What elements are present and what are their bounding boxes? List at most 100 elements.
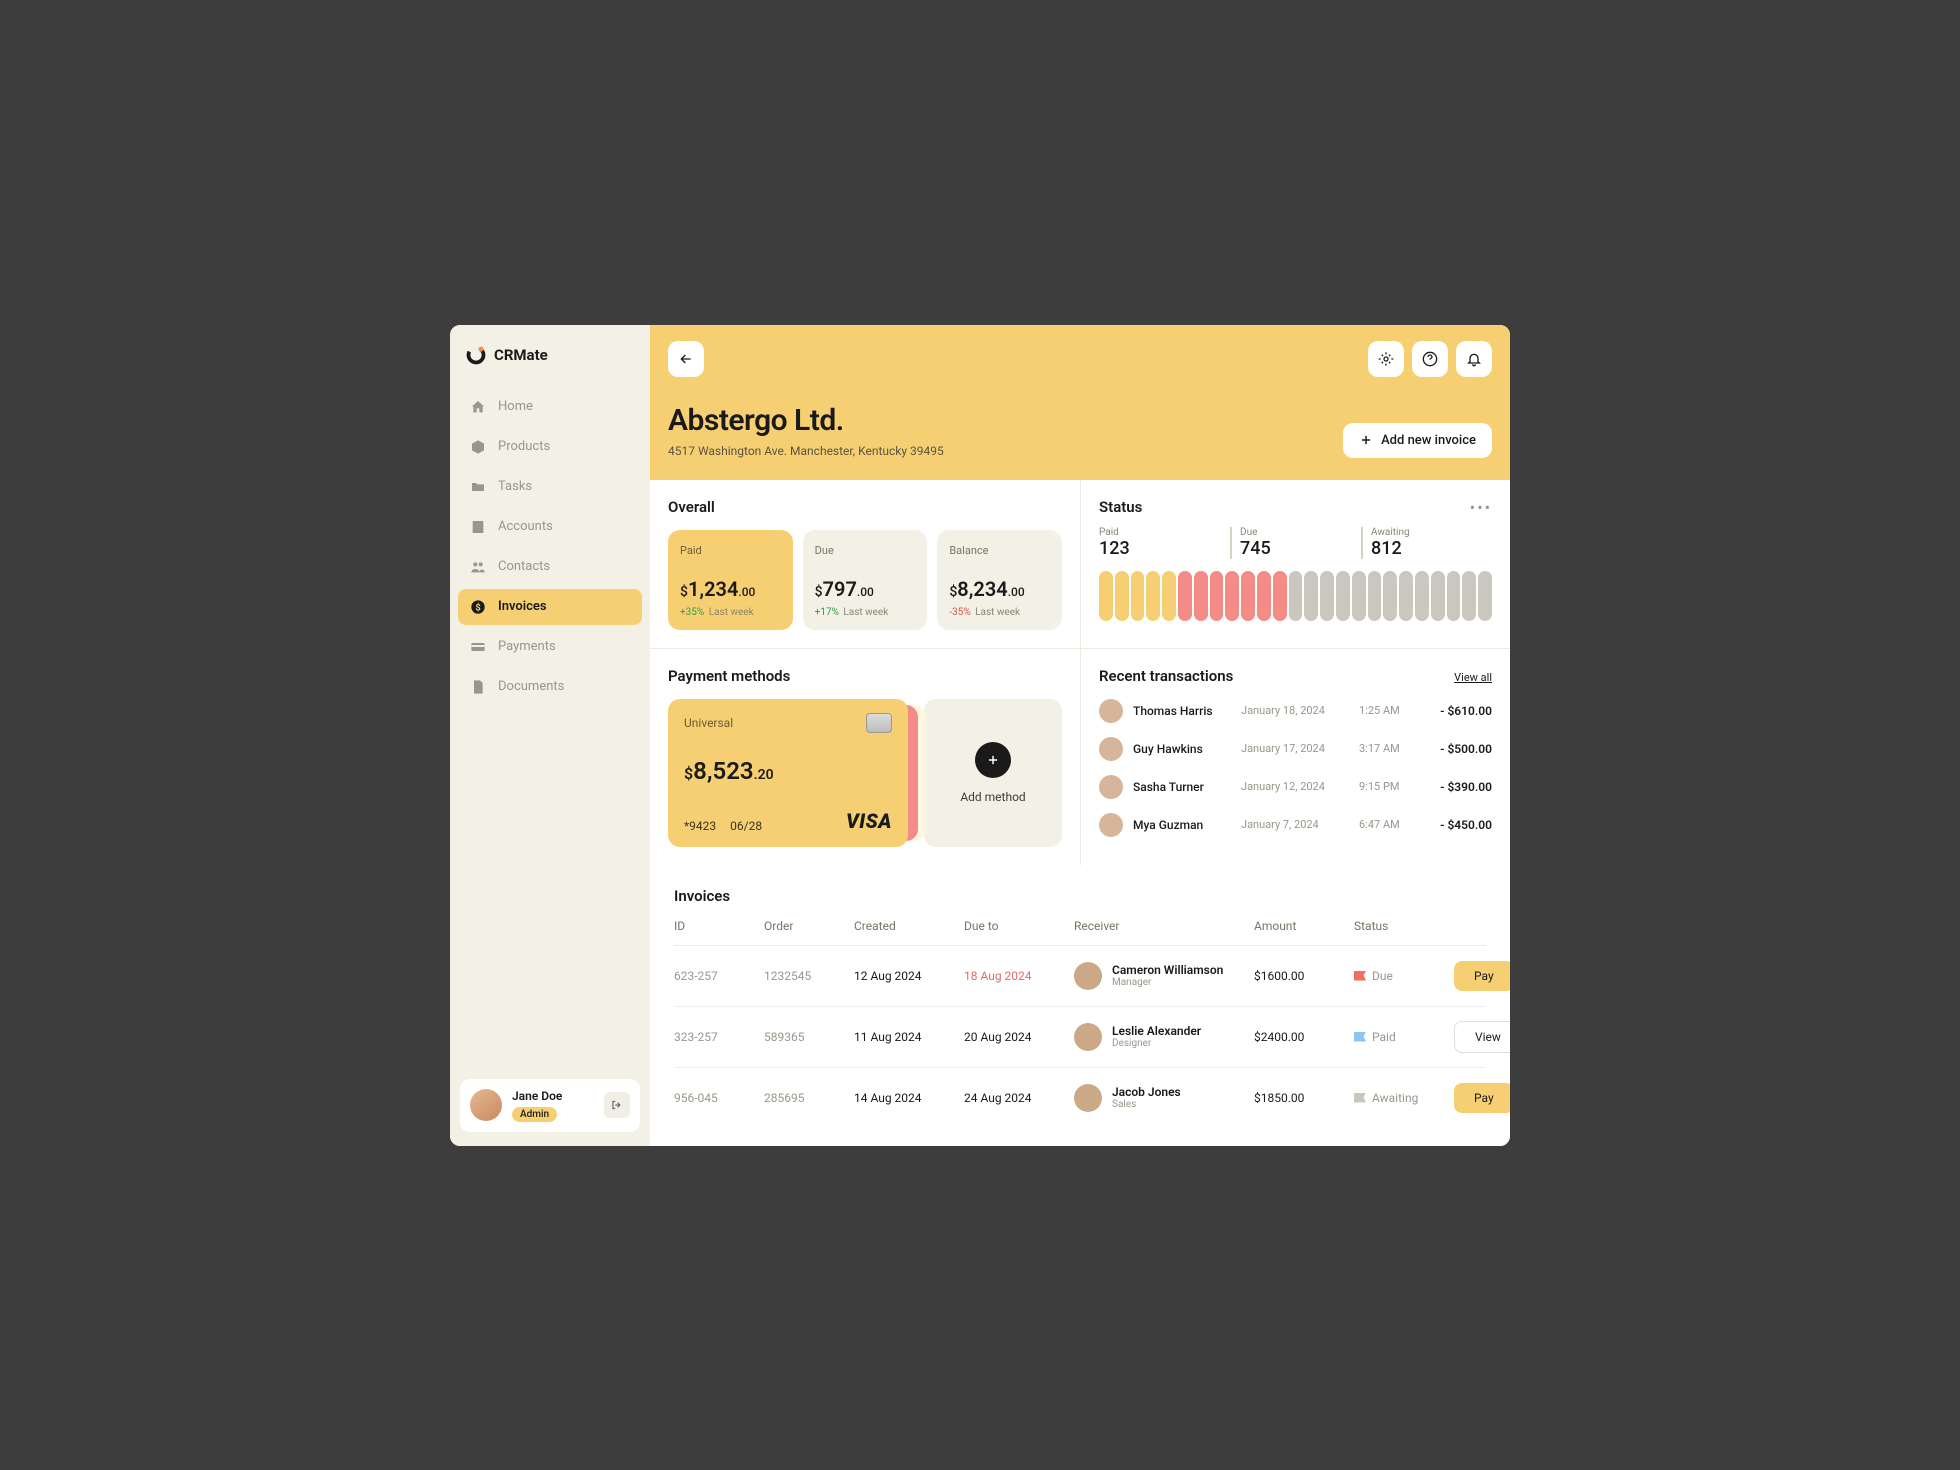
receiver-role: Designer [1112,1038,1201,1049]
transactions-list: Thomas HarrisJanuary 18, 20241:25 AM- $6… [1099,699,1492,837]
tx-date: January 18, 2024 [1241,704,1351,717]
notifications-button[interactable] [1456,341,1492,377]
invoices-title: Invoices [674,887,1486,905]
profile-card: Jane Doe Admin [460,1079,640,1132]
company-title: Abstergo Ltd. [668,403,944,438]
add-method-label: Add method [960,790,1025,804]
sidebar-item-home[interactable]: Home [458,389,642,425]
transaction-row[interactable]: Thomas HarrisJanuary 18, 20241:25 AM- $6… [1099,699,1492,723]
cell-amount: $1850.00 [1254,1091,1344,1105]
logout-icon [610,1098,624,1112]
status-pill [1099,571,1113,621]
cell-receiver: Jacob JonesSales [1074,1084,1244,1112]
tx-date: January 17, 2024 [1241,742,1351,755]
users-icon [470,559,486,575]
sidebar-item-label: Accounts [498,519,553,534]
plus-circle-icon [975,742,1011,778]
receiver-name: Jacob Jones [1112,1085,1181,1099]
overall-title: Overall [668,498,1062,516]
cell-status: Paid [1354,1030,1444,1044]
sidebar: CRMate Home Products Tasks Accounts Cont… [450,325,650,1146]
card-mask: *9423 [684,819,716,833]
table-row: 323-25758936511 Aug 202420 Aug 2024Lesli… [674,1007,1486,1068]
avatar [1074,1084,1102,1112]
status-pill [1146,571,1160,621]
brand-mark-icon [466,345,486,365]
sidebar-item-payments[interactable]: Payments [458,629,642,665]
status-pill [1320,571,1334,621]
add-method-button[interactable]: Add method [924,699,1062,847]
invoice-action-button[interactable]: Pay [1454,1083,1510,1113]
status-pill [1336,571,1350,621]
arrow-left-icon [678,351,694,367]
stat-delta: +35% Last week [680,607,781,618]
home-icon [470,399,486,415]
logout-button[interactable] [604,1092,630,1118]
tx-time: 9:15 PM [1359,780,1423,793]
sidebar-item-accounts[interactable]: Accounts [458,509,642,545]
sidebar-item-tasks[interactable]: Tasks [458,469,642,505]
sidebar-item-label: Payments [498,639,556,654]
help-button[interactable] [1412,341,1448,377]
add-invoice-button[interactable]: Add new invoice [1343,423,1492,458]
status-more-button[interactable]: ••• [1470,498,1492,517]
table-header: ID Order Created Due to Receiver Amount … [674,919,1486,946]
sidebar-item-contacts[interactable]: Contacts [458,549,642,585]
stat-label: Balance [949,544,1050,557]
sidebar-item-label: Tasks [498,479,532,494]
sidebar-item-products[interactable]: Products [458,429,642,465]
status-pill [1225,571,1239,621]
cell-order: 1232545 [764,969,844,983]
status-pill [1210,571,1224,621]
status-pill [1131,571,1145,621]
cell-id: 623-257 [674,969,754,983]
payment-methods-panel: Payment methods Universal $8,523.20 [650,649,1080,865]
building-icon [470,519,486,535]
folder-icon [470,479,486,495]
flag-icon [1354,1093,1366,1103]
view-all-link[interactable]: View all [1454,671,1492,684]
cell-order: 285695 [764,1091,844,1105]
settings-button[interactable] [1368,341,1404,377]
card-icon [470,639,486,655]
payment-card[interactable]: Universal $8,523.20 *9423 06/28 [668,699,908,847]
tx-time: 1:25 AM [1359,704,1423,717]
invoice-action-button[interactable]: Pay [1454,961,1510,991]
stat-card-balance: Balance $8,234.00 -35% Last week [937,530,1062,630]
avatar [1099,813,1123,837]
page-header: Abstergo Ltd. 4517 Washington Ave. Manch… [650,325,1510,480]
transaction-row[interactable]: Sasha TurnerJanuary 12, 20249:15 PM- $39… [1099,775,1492,799]
app-window: CRMate Home Products Tasks Accounts Cont… [450,325,1510,1146]
status-pill [1257,571,1271,621]
cell-id: 956-045 [674,1091,754,1105]
tx-time: 6:47 AM [1359,818,1423,831]
sidebar-item-invoices[interactable]: $ Invoices [458,589,642,625]
sidebar-item-documents[interactable]: Documents [458,669,642,705]
tx-amount: - $610.00 [1431,704,1492,718]
cell-receiver: Cameron WilliamsonManager [1074,962,1244,990]
transaction-row[interactable]: Guy HawkinsJanuary 17, 20243:17 AM- $500… [1099,737,1492,761]
transaction-row[interactable]: Mya GuzmanJanuary 7, 20246:47 AM- $450.0… [1099,813,1492,837]
chip-icon [866,713,892,733]
back-button[interactable] [668,341,704,377]
cell-due: 18 Aug 2024 [964,969,1064,983]
main-content: Abstergo Ltd. 4517 Washington Ave. Manch… [650,325,1510,1146]
payment-methods-title: Payment methods [668,667,1062,685]
card-brand: VISA [846,809,892,833]
avatar [1074,1023,1102,1051]
status-stat-value: 123 [1099,538,1230,559]
invoice-action-button[interactable]: View [1454,1021,1510,1053]
cell-order: 589365 [764,1030,844,1044]
status-pill [1447,571,1461,621]
brand-name: CRMate [494,346,548,364]
recent-transactions-panel: Recent transactions View all Thomas Harr… [1080,649,1510,865]
cell-id: 323-257 [674,1030,754,1044]
flag-icon [1354,971,1366,981]
help-icon [1422,351,1438,367]
cell-status: Due [1354,969,1444,983]
invoices-panel: Invoices ID Order Created Due to Receive… [650,865,1510,1146]
tx-name: Guy Hawkins [1133,742,1233,756]
company-address: 4517 Washington Ave. Manchester, Kentuck… [668,444,944,458]
sidebar-nav: Home Products Tasks Accounts Contacts $ … [450,389,650,705]
tx-amount: - $390.00 [1431,780,1492,794]
